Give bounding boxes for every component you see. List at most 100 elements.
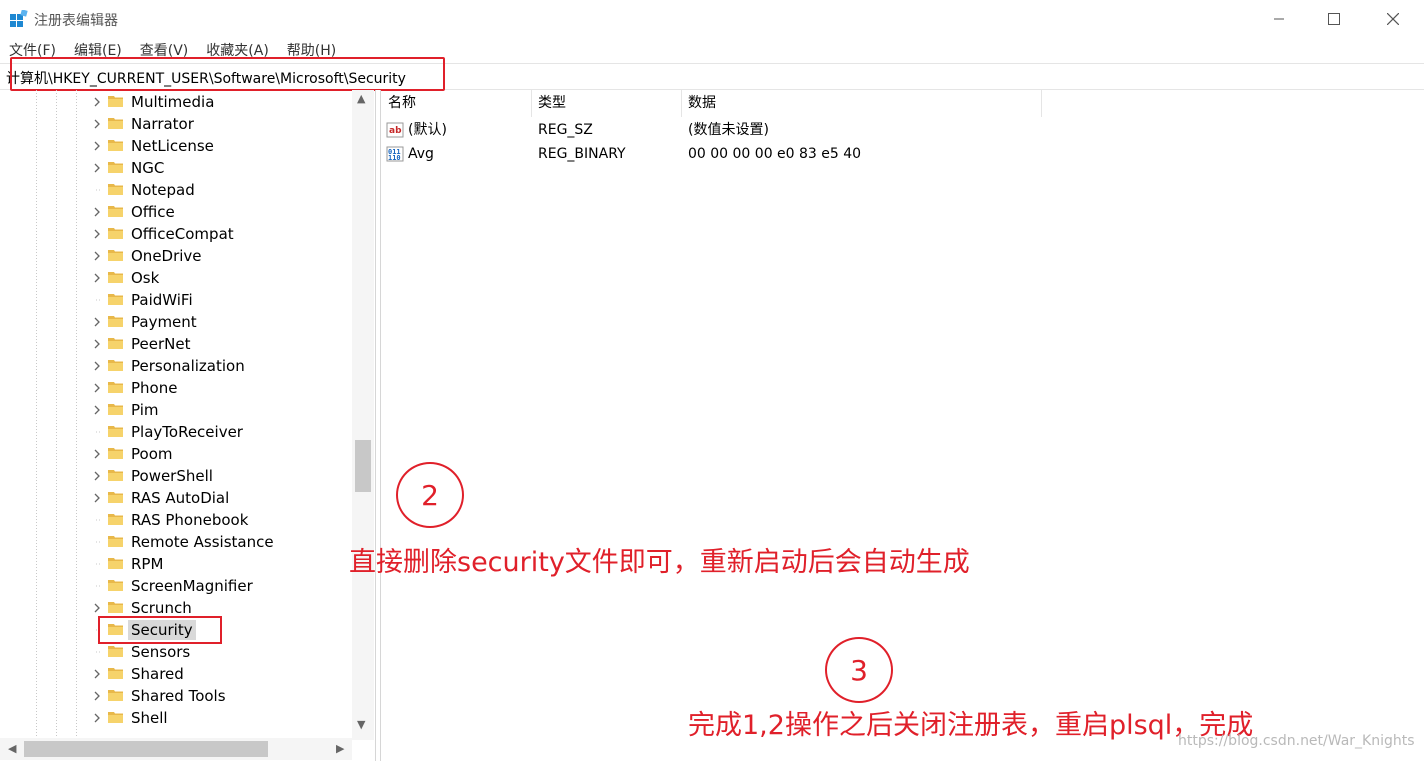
tree-item[interactable]: Office <box>0 201 352 223</box>
tree-item[interactable]: PaidWiFi <box>0 289 352 311</box>
column-header-type[interactable]: 类型 <box>532 90 682 117</box>
tree-item-label: Shared Tools <box>131 687 226 705</box>
chevron-right-icon[interactable] <box>92 690 102 702</box>
chevron-right-icon[interactable] <box>92 228 102 240</box>
tree-item[interactable]: ScreenMagnifier <box>0 575 352 597</box>
folder-icon <box>108 96 123 107</box>
chevron-right-icon[interactable] <box>92 118 102 130</box>
tree-horizontal-scroll-thumb[interactable] <box>24 741 268 757</box>
string-value-icon: ab <box>386 122 404 138</box>
maximize-icon <box>1328 13 1340 25</box>
tree-item-label: RAS Phonebook <box>131 511 249 529</box>
key-tree-pane: Multimedia Narrator NetLicense NGC Notepad Of… <box>0 90 376 761</box>
chevron-right-icon[interactable] <box>92 382 102 394</box>
column-header-name[interactable]: 名称 <box>382 90 532 117</box>
tree-item[interactable]: Remote Assistance <box>0 531 352 553</box>
folder-icon <box>108 184 123 195</box>
tree-item-label: Remote Assistance <box>131 533 274 551</box>
tree-item-label: PlayToReceiver <box>131 423 243 441</box>
chevron-right-icon[interactable] <box>92 602 102 614</box>
tree-item[interactable]: RPM <box>0 553 352 575</box>
tree-item-label: Pim <box>131 401 159 419</box>
chevron-right-icon[interactable] <box>92 448 102 460</box>
chevron-right-icon[interactable] <box>92 162 102 174</box>
tree-item[interactable]: RAS AutoDial <box>0 487 352 509</box>
column-header-data[interactable]: 数据 <box>682 90 1042 117</box>
folder-icon <box>108 426 123 437</box>
tree-item[interactable]: OfficeCompat <box>0 223 352 245</box>
tree-item[interactable]: PeerNet <box>0 333 352 355</box>
tree-item[interactable]: Payment <box>0 311 352 333</box>
tree-item[interactable]: PowerShell <box>0 465 352 487</box>
tree-item[interactable]: Poom <box>0 443 352 465</box>
tree-item-label: RAS AutoDial <box>131 489 230 507</box>
chevron-right-icon[interactable] <box>92 668 102 680</box>
tree-item[interactable]: NGC <box>0 157 352 179</box>
tree-item[interactable]: Personalization <box>0 355 352 377</box>
folder-icon <box>108 382 123 393</box>
maximize-button[interactable] <box>1305 0 1363 38</box>
tree-item[interactable]: Narrator <box>0 113 352 135</box>
chevron-right-icon[interactable] <box>92 316 102 328</box>
tree-item-label: Osk <box>131 269 160 287</box>
tree-item-label: Shell <box>131 709 168 727</box>
tree-horizontal-scrollbar[interactable]: ◀ ▶ <box>0 738 352 760</box>
tree-item[interactable]: Shared Tools <box>0 685 352 707</box>
folder-icon <box>108 690 123 701</box>
scroll-down-icon[interactable]: ▼ <box>357 718 365 731</box>
tree-item[interactable]: RAS Phonebook <box>0 509 352 531</box>
security-highlight-box <box>98 616 222 644</box>
tree-item-label: NetLicense <box>131 137 214 155</box>
step-2-circle: 2 <box>396 462 464 528</box>
step-3-circle: 3 <box>825 637 893 703</box>
tree-item[interactable]: OneDrive <box>0 245 352 267</box>
close-icon <box>1387 13 1399 25</box>
tree-item[interactable]: Pim <box>0 399 352 421</box>
tree-vertical-scroll-thumb[interactable] <box>355 440 371 492</box>
scroll-right-icon[interactable]: ▶ <box>336 742 344 755</box>
tree-connector-icon <box>96 431 102 433</box>
chevron-right-icon[interactable] <box>92 250 102 262</box>
tree-item[interactable]: Multimedia <box>0 91 352 113</box>
chevron-right-icon[interactable] <box>92 360 102 372</box>
binary-value-icon: 011 110 <box>386 146 404 162</box>
value-row[interactable]: 011 110 Avg REG_BINARY 00 00 00 00 e0 83… <box>382 142 1082 166</box>
chevron-right-icon[interactable] <box>92 492 102 504</box>
chevron-right-icon[interactable] <box>92 140 102 152</box>
tree-item-label: Narrator <box>131 115 194 133</box>
chevron-right-icon[interactable] <box>92 712 102 724</box>
folder-icon <box>108 338 123 349</box>
chevron-right-icon[interactable] <box>92 206 102 218</box>
window-title: 注册表编辑器 <box>34 13 118 29</box>
address-highlight-box <box>10 57 445 91</box>
folder-icon <box>108 602 123 613</box>
tree-item[interactable]: PlayToReceiver <box>0 421 352 443</box>
chevron-right-icon[interactable] <box>92 470 102 482</box>
tree-item-label: NGC <box>131 159 165 177</box>
chevron-right-icon[interactable] <box>92 404 102 416</box>
tree-item[interactable]: Notepad <box>0 179 352 201</box>
tree-item[interactable]: Sensors <box>0 641 352 663</box>
tree-item[interactable]: Shell <box>0 707 352 729</box>
pane-splitter[interactable] <box>376 90 381 761</box>
tree-item[interactable]: Shared <box>0 663 352 685</box>
chevron-right-icon[interactable] <box>92 96 102 108</box>
chevron-right-icon[interactable] <box>92 338 102 350</box>
tree-item[interactable]: NetLicense <box>0 135 352 157</box>
chevron-right-icon[interactable] <box>92 272 102 284</box>
tree-item[interactable]: Osk <box>0 267 352 289</box>
folder-icon <box>108 272 123 283</box>
scroll-left-icon[interactable]: ◀ <box>8 742 16 755</box>
tree-vertical-scrollbar[interactable]: ▲ ▼ <box>352 90 374 740</box>
folder-icon <box>108 294 123 305</box>
folder-icon <box>108 668 123 679</box>
value-name: (默认) <box>408 122 447 138</box>
tree-item[interactable]: Phone <box>0 377 352 399</box>
scroll-up-icon[interactable]: ▲ <box>357 92 365 105</box>
close-button[interactable] <box>1364 0 1422 38</box>
value-row[interactable]: ab (默认) REG_SZ (数值未设置) <box>382 118 1082 142</box>
tree-item-label: Payment <box>131 313 197 331</box>
tree-item-label: Poom <box>131 445 173 463</box>
minimize-button[interactable] <box>1250 0 1308 38</box>
folder-icon <box>108 360 123 371</box>
